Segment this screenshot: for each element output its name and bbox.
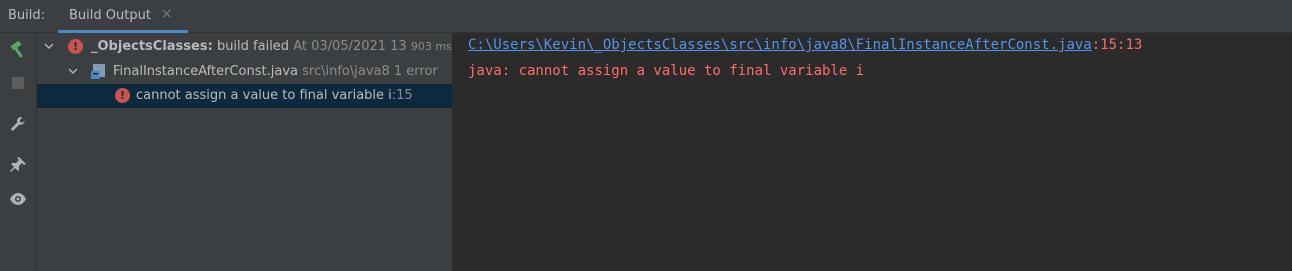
build-tree: ! _ObjectsClasses: build failed At 03/05… bbox=[37, 33, 453, 271]
error-count: 1 error bbox=[393, 64, 438, 79]
project-name: _ObjectsClasses: bbox=[91, 39, 213, 54]
tab-label: Build Output bbox=[69, 8, 151, 23]
line-column: :15:13 bbox=[1091, 37, 1143, 53]
error-message: cannot assign a value to final variable … bbox=[136, 88, 392, 103]
stop-icon[interactable] bbox=[8, 73, 28, 93]
chevron-down-icon[interactable] bbox=[43, 39, 55, 53]
chevron-down-icon[interactable] bbox=[67, 64, 79, 78]
file-name: FinalInstanceAfterConst.java bbox=[113, 64, 298, 79]
error-icon: ! bbox=[115, 88, 130, 103]
root-label: _ObjectsClasses: build failed At 03/05/2… bbox=[91, 39, 452, 54]
file-link[interactable]: C:\Users\Kevin\_ObjectsClasses\src\info\… bbox=[468, 37, 1092, 53]
java-file-icon bbox=[90, 63, 106, 80]
output-error-message: java: cannot assign a value to final var… bbox=[468, 63, 865, 79]
file-path: src\info\java8 bbox=[302, 64, 390, 79]
build-status: build failed bbox=[216, 39, 290, 54]
left-toolbar bbox=[0, 33, 37, 271]
pin-icon[interactable] bbox=[8, 155, 28, 175]
close-icon[interactable]: × bbox=[161, 6, 173, 22]
eye-icon[interactable] bbox=[8, 189, 28, 209]
tab-build-output[interactable]: Build Output × bbox=[58, 0, 188, 33]
tree-row-file[interactable]: FinalInstanceAfterConst.java src\info\ja… bbox=[37, 60, 452, 84]
error-icon: ! bbox=[68, 39, 83, 54]
output-location-line: C:\Users\Kevin\_ObjectsClasses\src\info\… bbox=[468, 37, 1142, 53]
file-label: FinalInstanceAfterConst.java src\info\ja… bbox=[113, 64, 438, 79]
tree-row-root[interactable]: ! _ObjectsClasses: build failed At 03/05… bbox=[37, 35, 452, 59]
build-output-console: C:\Users\Kevin\_ObjectsClasses\src\info\… bbox=[453, 33, 1292, 271]
hammer-icon[interactable] bbox=[8, 40, 28, 60]
wrench-icon[interactable] bbox=[8, 114, 28, 134]
tool-window-title: Build: bbox=[8, 8, 46, 23]
build-timestamp: At 03/05/2021 13 bbox=[293, 39, 407, 54]
tree-row-error[interactable]: ! cannot assign a value to final variabl… bbox=[37, 84, 452, 108]
error-line: :15 bbox=[391, 88, 413, 103]
error-label: cannot assign a value to final variable … bbox=[136, 88, 413, 103]
tool-window-header: Build: Build Output × bbox=[0, 0, 1292, 33]
build-duration: 903 ms bbox=[410, 40, 452, 53]
